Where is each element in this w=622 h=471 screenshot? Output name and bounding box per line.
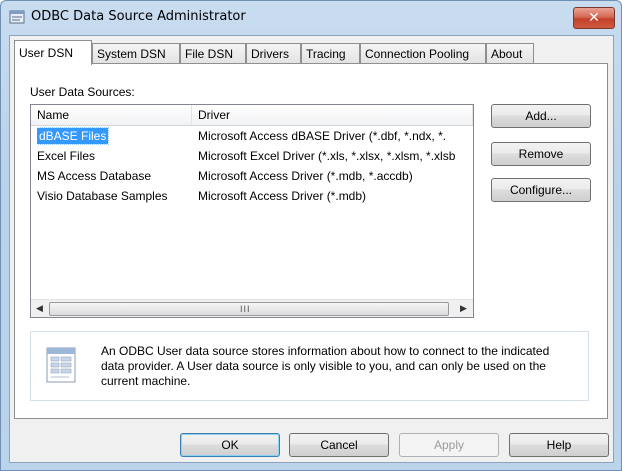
data-sources-list[interactable]: Name Driver dBASE Files Microsoft Access… bbox=[30, 104, 474, 318]
horizontal-scrollbar[interactable]: ◀ III ▶ bbox=[31, 299, 473, 317]
list-item-visio-database-samples[interactable]: Visio Database Samples Microsoft Access … bbox=[31, 187, 473, 205]
scroll-right-arrow-icon[interactable]: ▶ bbox=[455, 300, 472, 317]
list-item-driver: Microsoft Access Driver (*.mdb, *.accdb) bbox=[198, 169, 413, 183]
list-item-driver: Microsoft Access Driver (*.mdb) bbox=[198, 189, 367, 203]
tab-strip: User DSN System DSN File DSN Drivers Tra… bbox=[10, 40, 610, 65]
tab-connection-pooling[interactable]: Connection Pooling bbox=[360, 43, 486, 63]
list-item-dbase-files[interactable]: dBASE Files Microsoft Access dBASE Drive… bbox=[31, 127, 473, 145]
tab-system-dsn[interactable]: System DSN bbox=[92, 43, 180, 63]
ok-button[interactable]: OK bbox=[180, 433, 280, 457]
odbc-window-icon bbox=[9, 10, 25, 24]
list-item-name: Excel Files bbox=[37, 149, 96, 163]
help-button[interactable]: Help bbox=[509, 433, 609, 457]
scrollbar-grip-icon: III bbox=[240, 304, 251, 314]
list-item-name: Visio Database Samples bbox=[37, 189, 168, 203]
cancel-button[interactable]: Cancel bbox=[289, 433, 389, 457]
add-button[interactable]: Add... bbox=[491, 104, 591, 128]
info-box: An ODBC User data source stores informat… bbox=[30, 331, 589, 401]
dialog-client-area: User DSN System DSN File DSN Drivers Tra… bbox=[9, 35, 614, 463]
list-item-driver: Microsoft Excel Driver (*.xls, *.xlsx, *… bbox=[198, 149, 456, 163]
tab-drivers[interactable]: Drivers bbox=[246, 43, 301, 63]
configure-button[interactable]: Configure... bbox=[491, 178, 591, 202]
column-header-driver[interactable]: Driver bbox=[192, 105, 473, 125]
user-data-sources-label: User Data Sources: bbox=[30, 85, 135, 99]
tab-file-dsn[interactable]: File DSN bbox=[180, 43, 246, 63]
info-description: An ODBC User data source stores informat… bbox=[101, 344, 550, 388]
user-dsn-panel: User Data Sources: Name Driver dBASE Fil… bbox=[14, 63, 608, 419]
list-item-excel-files[interactable]: Excel Files Microsoft Excel Driver (*.xl… bbox=[31, 147, 473, 165]
apply-button: Apply bbox=[399, 433, 499, 457]
scroll-left-arrow-icon[interactable]: ◀ bbox=[31, 300, 48, 317]
tab-about[interactable]: About bbox=[486, 43, 534, 63]
window-title: ODBC Data Source Administrator bbox=[31, 9, 246, 24]
list-item-name: MS Access Database bbox=[37, 169, 152, 183]
tab-tracing[interactable]: Tracing bbox=[301, 43, 360, 63]
scrollbar-thumb[interactable]: III bbox=[49, 302, 449, 316]
title-bar[interactable]: ODBC Data Source Administrator ✕ bbox=[1, 1, 621, 33]
tab-user-dsn[interactable]: User DSN bbox=[14, 40, 92, 65]
column-header-name[interactable]: Name bbox=[31, 105, 192, 125]
list-item-driver: Microsoft Access dBASE Driver (*.dbf, *.… bbox=[198, 129, 447, 143]
close-button[interactable]: ✕ bbox=[573, 7, 615, 29]
list-header: Name Driver bbox=[31, 105, 473, 126]
datasource-document-icon bbox=[43, 346, 83, 386]
odbc-admin-window: ODBC Data Source Administrator ✕ User DS… bbox=[0, 0, 622, 471]
remove-button[interactable]: Remove bbox=[491, 142, 591, 166]
dialog-button-bar: OK Cancel Apply Help bbox=[10, 428, 613, 462]
list-item-name: dBASE Files bbox=[37, 127, 110, 145]
list-item-ms-access-database[interactable]: MS Access Database Microsoft Access Driv… bbox=[31, 167, 473, 185]
